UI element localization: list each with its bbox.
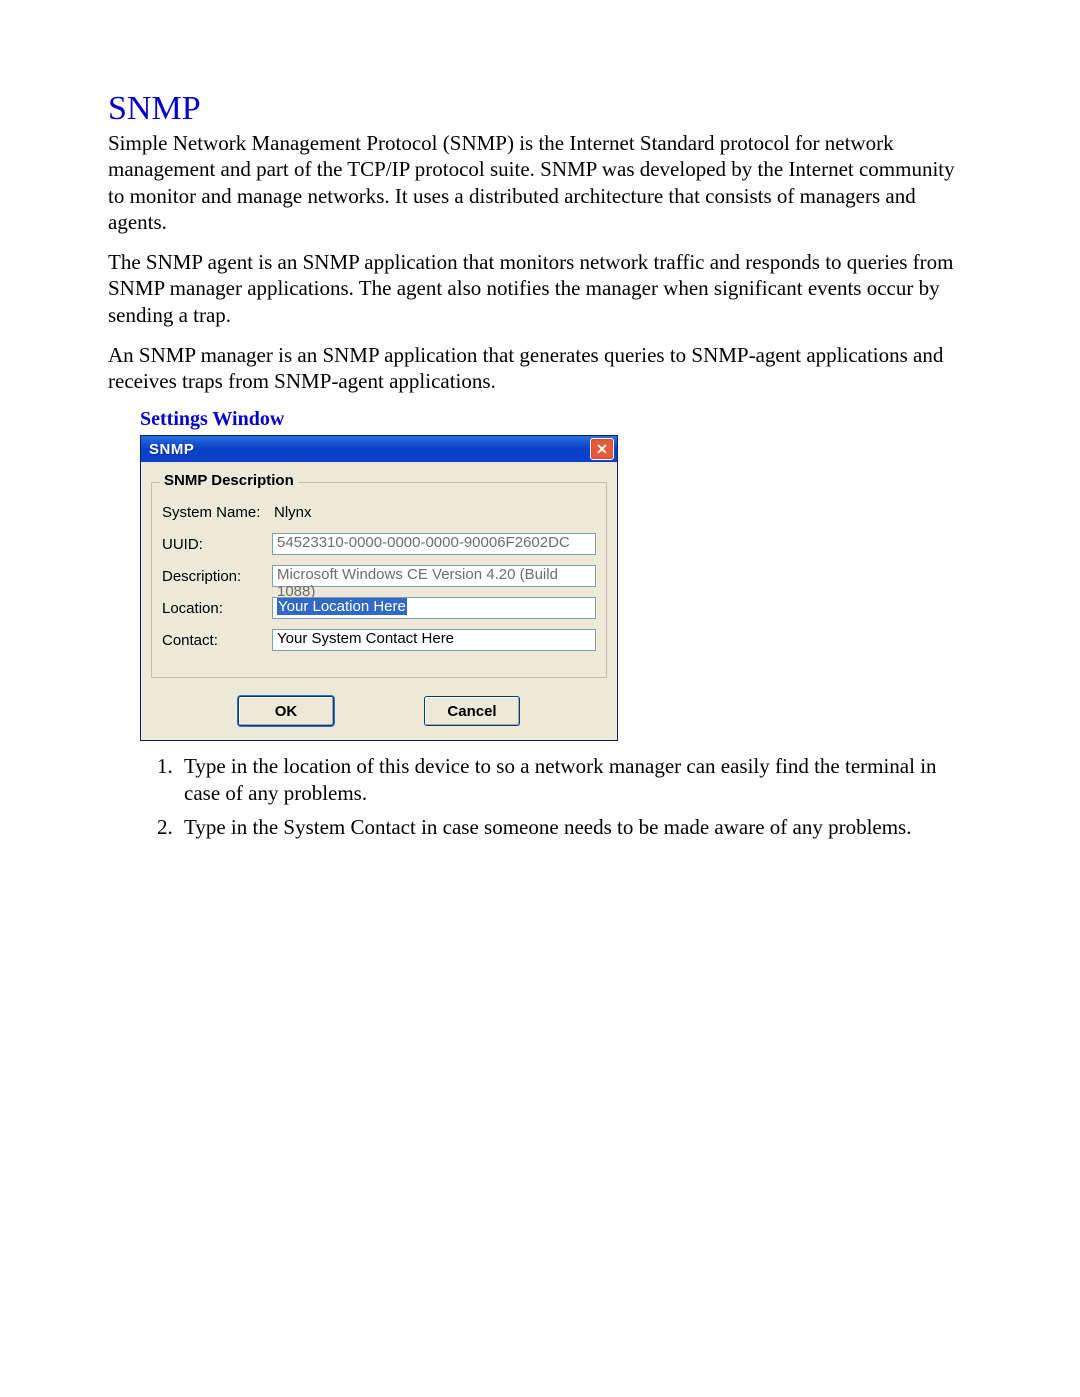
paragraph-2: The SNMP agent is an SNMP application th… <box>108 249 972 328</box>
instruction-2: Type in the System Contact in case someo… <box>178 814 972 840</box>
instruction-1: Type in the location of this device to s… <box>178 753 972 806</box>
row-system-name: System Name: Nlynx <box>162 499 596 525</box>
uuid-field[interactable]: 54523310-0000-0000-0000-90006F2602DC <box>272 533 596 555</box>
ok-button[interactable]: OK <box>238 696 334 726</box>
paragraph-3: An SNMP manager is an SNMP application t… <box>108 342 972 395</box>
close-button[interactable]: ✕ <box>590 438 614 460</box>
dialog-title: SNMP <box>149 441 194 458</box>
location-field[interactable]: Your Location Here <box>272 597 596 619</box>
location-value-selected: Your Location Here <box>277 598 407 615</box>
cancel-button[interactable]: Cancel <box>424 696 520 726</box>
label-system-name: System Name: <box>162 504 272 521</box>
snmp-dialog: SNMP ✕ SNMP Description System Name: Nly… <box>140 435 618 741</box>
dialog-button-row: OK Cancel <box>151 696 607 726</box>
value-system-name: Nlynx <box>272 504 312 521</box>
document-page: SNMP Simple Network Management Protocol … <box>0 0 1080 840</box>
label-uuid: UUID: <box>162 536 272 553</box>
label-contact: Contact: <box>162 632 272 649</box>
label-location: Location: <box>162 600 272 617</box>
contact-field[interactable]: Your System Contact Here <box>272 629 596 651</box>
row-description: Description: Microsoft Windows CE Versio… <box>162 563 596 589</box>
dialog-client-area: SNMP Description System Name: Nlynx UUID… <box>141 462 617 740</box>
row-contact: Contact: Your System Contact Here <box>162 627 596 653</box>
row-location: Location: Your Location Here <box>162 595 596 621</box>
settings-window-heading: Settings Window <box>140 408 972 431</box>
group-legend: SNMP Description <box>160 472 298 489</box>
paragraph-1: Simple Network Management Protocol (SNMP… <box>108 130 972 235</box>
description-field[interactable]: Microsoft Windows CE Version 4.20 (Build… <box>272 565 596 587</box>
titlebar[interactable]: SNMP ✕ <box>141 436 617 462</box>
snmp-description-group: SNMP Description System Name: Nlynx UUID… <box>151 482 607 678</box>
label-description: Description: <box>162 568 272 585</box>
close-icon: ✕ <box>596 441 608 458</box>
row-uuid: UUID: 54523310-0000-0000-0000-90006F2602… <box>162 531 596 557</box>
page-title: SNMP <box>108 90 972 128</box>
instruction-list: Type in the location of this device to s… <box>108 753 972 840</box>
